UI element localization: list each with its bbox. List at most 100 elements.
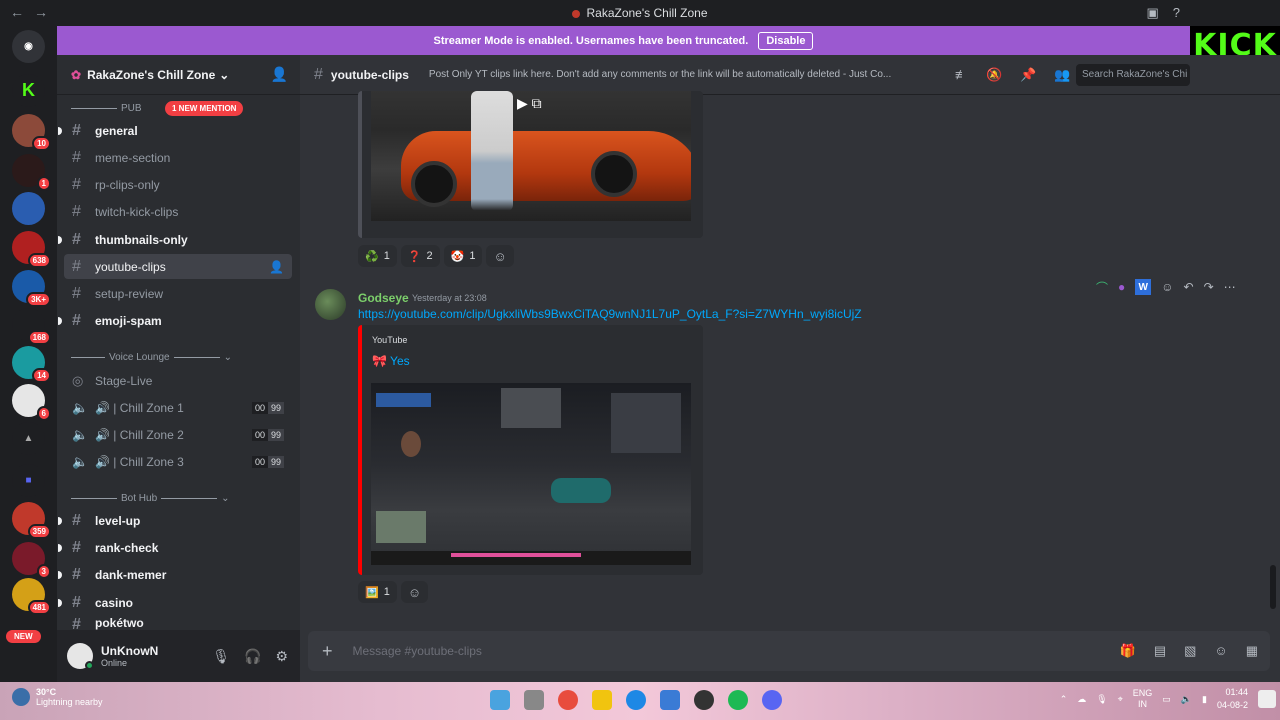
channel-thumbnails-only[interactable]: # thumbnails-only bbox=[58, 227, 292, 252]
sticker-icon[interactable]: ▧ bbox=[1184, 643, 1196, 659]
message-composer[interactable]: + Message #youtube-clips 🎁 ▤ ▧ ☺ ▦ bbox=[308, 631, 1270, 671]
channel-level-up[interactable]: # level-up bbox=[58, 508, 292, 533]
microphone-icon[interactable]: 🎙 bbox=[1096, 694, 1107, 705]
reaction[interactable]: ♻️ 1 bbox=[358, 245, 397, 267]
server-header[interactable]: ✿ RakaZone's Chill Zone ⌄ 👤 bbox=[57, 55, 300, 95]
clock[interactable]: 01:44 04-08-2 bbox=[1217, 686, 1248, 712]
apps-icon[interactable]: ▦ bbox=[1246, 643, 1258, 659]
server-item[interactable]: 3K+ bbox=[12, 270, 51, 307]
add-reaction-icon[interactable]: ☺ bbox=[486, 245, 514, 267]
threads-icon[interactable]: ≢ bbox=[955, 67, 968, 83]
more-icon[interactable]: ⋯ bbox=[1224, 280, 1236, 294]
server-item[interactable]: 1 bbox=[12, 154, 51, 191]
network-icon[interactable]: ▭ bbox=[1162, 694, 1171, 705]
location-icon[interactable]: ⌖ bbox=[1118, 694, 1123, 705]
disable-button[interactable]: Disable bbox=[758, 31, 814, 50]
word-icon[interactable]: W bbox=[1135, 279, 1152, 295]
weather-widget[interactable]: 30°C Lightning nearby bbox=[12, 687, 103, 707]
server-item[interactable]: ▲ bbox=[12, 422, 45, 455]
chrome-icon[interactable] bbox=[558, 690, 578, 710]
app-icon[interactable]: ⌒ bbox=[1096, 279, 1108, 296]
edge-icon[interactable] bbox=[626, 690, 646, 710]
store-icon[interactable] bbox=[660, 690, 680, 710]
category-public[interactable]: PUB bbox=[71, 103, 142, 114]
language-indicator[interactable]: ENG IN bbox=[1133, 688, 1153, 710]
channel-rank-check[interactable]: # rank-check bbox=[58, 535, 292, 560]
embed-title[interactable]: 🎀 Yes bbox=[372, 354, 410, 368]
discord-icon[interactable] bbox=[762, 690, 782, 710]
mute-bell-icon[interactable]: 🔕 bbox=[986, 67, 1002, 83]
new-mention-badge[interactable]: 1 NEW MENTION bbox=[165, 101, 244, 116]
gear-icon[interactable]: ⚙ bbox=[275, 648, 288, 665]
volume-icon[interactable]: 🔈 bbox=[1181, 694, 1192, 705]
video-thumbnail[interactable]: ▶ ⧉ bbox=[371, 91, 691, 221]
notification-icon[interactable] bbox=[1258, 690, 1276, 708]
message-input[interactable]: Message #youtube-clips bbox=[353, 644, 482, 658]
avatar[interactable] bbox=[67, 643, 94, 670]
voice-channel[interactable]: 🔈 🔊 | Chill Zone 2 00 99 bbox=[64, 422, 292, 447]
microphone-icon[interactable]: 🎙 bbox=[212, 648, 230, 665]
members-icon[interactable]: 👥 bbox=[1054, 67, 1070, 83]
video-thumbnail[interactable] bbox=[371, 383, 691, 565]
voice-channel[interactable]: 🔈 🔊 | Chill Zone 3 00 99 bbox=[64, 449, 292, 474]
help-icon[interactable]: ? bbox=[1173, 5, 1180, 21]
server-item[interactable]: 14 bbox=[12, 346, 51, 383]
channel-poketwo[interactable]: # pokétwo bbox=[64, 616, 292, 630]
server-item[interactable] bbox=[12, 192, 45, 225]
gif-icon[interactable]: ▤ bbox=[1154, 643, 1166, 659]
reaction[interactable]: 🤡 1 bbox=[443, 245, 483, 267]
folder-icon[interactable]: ■ bbox=[12, 464, 45, 497]
gift-icon[interactable]: 🎁 bbox=[1120, 643, 1136, 659]
plus-icon[interactable]: + bbox=[322, 641, 333, 662]
add-member-icon[interactable]: 👤 bbox=[269, 260, 284, 274]
embed-provider[interactable]: YouTube bbox=[372, 335, 407, 345]
windows-start-icon[interactable] bbox=[490, 690, 510, 710]
channel-casino[interactable]: # casino bbox=[58, 590, 292, 615]
scrollbar[interactable] bbox=[1270, 565, 1276, 609]
add-reaction-icon[interactable]: ☺ bbox=[1161, 280, 1173, 294]
channel-setup-review[interactable]: # setup-review bbox=[64, 281, 292, 306]
channel-emoji-spam[interactable]: # emoji-spam bbox=[58, 308, 292, 333]
search-input[interactable]: Search RakaZone's Chi bbox=[1076, 63, 1190, 86]
channel-meme-section[interactable]: # meme-section bbox=[64, 145, 292, 170]
discord-home-icon[interactable]: ◉ bbox=[12, 30, 45, 63]
channel-rp-clips-only[interactable]: # rp-clips-only bbox=[64, 172, 292, 197]
inbox-icon[interactable]: ▣ bbox=[1146, 5, 1158, 21]
server-kick[interactable]: K bbox=[12, 74, 45, 107]
server-item[interactable]: 10 bbox=[12, 114, 51, 151]
headphones-icon[interactable]: 🎧 bbox=[244, 648, 261, 665]
reply-icon[interactable]: ↶ bbox=[1184, 280, 1194, 294]
channel-youtube-clips[interactable]: # youtube-clips 👤 bbox=[64, 254, 292, 279]
eggplant-icon[interactable]: ● bbox=[1118, 280, 1125, 294]
server-item[interactable]: 481 bbox=[12, 578, 51, 615]
channel-twitch-kick-clips[interactable]: # twitch-kick-clips bbox=[64, 199, 292, 224]
invite-people-icon[interactable]: 👤 bbox=[271, 66, 288, 83]
category-voice-lounge[interactable]: Voice Lounge ⌄ bbox=[71, 352, 232, 363]
spotify-icon[interactable] bbox=[728, 690, 748, 710]
reaction[interactable]: 🖼️ 1 bbox=[358, 581, 397, 603]
forward-icon[interactable]: ↷ bbox=[1204, 280, 1214, 294]
channel-general[interactable]: # general bbox=[58, 118, 292, 143]
channel-dank-memer[interactable]: # dank-memer bbox=[58, 562, 292, 587]
chevron-up-icon[interactable]: ⌃ bbox=[1060, 694, 1068, 705]
avatar[interactable] bbox=[315, 289, 346, 320]
new-badge[interactable]: NEW bbox=[6, 630, 41, 643]
server-item[interactable]: 6 bbox=[12, 384, 51, 421]
battery-icon[interactable]: ▮ bbox=[1202, 694, 1207, 705]
cloud-icon[interactable]: ☁ bbox=[1077, 694, 1086, 705]
server-item[interactable]: 168 bbox=[12, 308, 51, 345]
server-item[interactable]: 3 bbox=[12, 542, 51, 579]
channel-topic[interactable]: Post Only YT clips link here. Don't add … bbox=[429, 69, 929, 80]
channel-stage-live[interactable]: ◎ Stage-Live bbox=[64, 368, 292, 393]
server-item[interactable]: 359 bbox=[12, 502, 51, 539]
message-link[interactable]: https://youtube.com/clip/UgkxliWbs9BwxCi… bbox=[358, 307, 862, 321]
pin-icon[interactable]: 📌 bbox=[1020, 67, 1036, 83]
server-item[interactable]: 638 bbox=[12, 231, 51, 268]
emoji-icon[interactable]: ☺ bbox=[1214, 643, 1227, 659]
category-bot-hub[interactable]: Bot Hub ⌄ bbox=[71, 493, 230, 504]
reaction[interactable]: ❓ 2 bbox=[400, 245, 440, 267]
voice-channel[interactable]: 🔈 🔊 | Chill Zone 1 00 99 bbox=[64, 395, 292, 420]
file-explorer-icon[interactable] bbox=[592, 690, 612, 710]
message-author[interactable]: Godseye bbox=[358, 291, 409, 305]
obs-icon[interactable] bbox=[694, 690, 714, 710]
